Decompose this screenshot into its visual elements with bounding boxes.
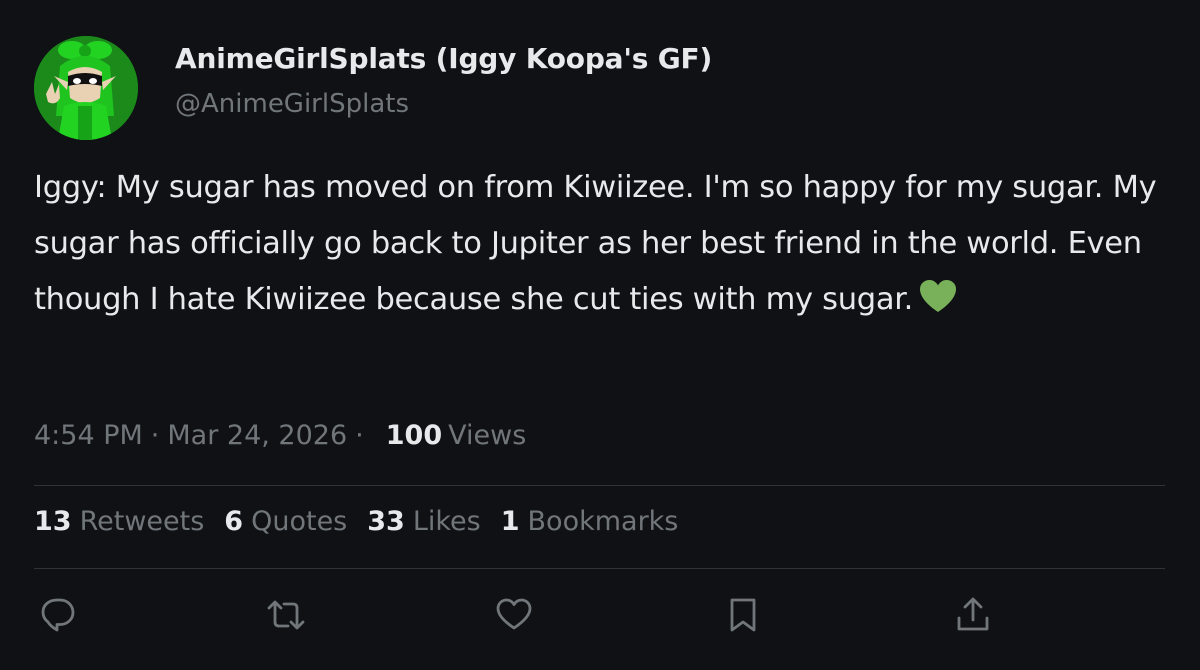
stat-label: Quotes <box>251 506 348 537</box>
avatar-image <box>34 36 138 140</box>
reply-button[interactable] <box>40 596 76 634</box>
tweet-card: AnimeGirlSplats (Iggy Koopa's GF) @Anime… <box>0 0 1200 670</box>
stat-label: Bookmarks <box>527 506 679 537</box>
like-button[interactable] <box>495 596 533 634</box>
share-icon <box>957 597 989 631</box>
divider <box>34 485 1165 486</box>
divider <box>34 568 1165 569</box>
avatar[interactable] <box>34 36 138 140</box>
meta-separator: · <box>355 420 364 451</box>
tweet-date[interactable]: Mar 24, 2026 <box>167 420 347 451</box>
tweet-body: Iggy: My sugar has moved on from Kiwiize… <box>34 170 1157 317</box>
engagement-stats: 13 Retweets 6 Quotes 33 Likes 1 Bookmarks <box>34 506 698 537</box>
tweet-meta: 4:54 PM · Mar 24, 2026 · 100 Views <box>34 420 526 451</box>
meta-separator: · <box>150 420 160 451</box>
bookmark-icon <box>730 598 756 632</box>
views-label: Views <box>448 420 527 451</box>
retweet-button[interactable] <box>266 596 306 634</box>
green-heart-icon <box>919 276 957 332</box>
reply-icon <box>41 598 75 632</box>
tweet-text: Iggy: My sugar has moved on from Kiwiize… <box>34 160 1169 332</box>
stat-label: Retweets <box>79 506 205 537</box>
views-count: 100 <box>385 420 443 451</box>
tweet-time[interactable]: 4:54 PM <box>34 420 143 451</box>
share-button[interactable] <box>955 596 991 634</box>
stat-label: Likes <box>412 506 481 537</box>
stat-count: 1 <box>500 506 520 537</box>
author-handle[interactable]: @AnimeGirlSplats <box>175 89 409 119</box>
stat-bookmarks[interactable]: 1 Bookmarks <box>501 506 679 537</box>
stat-count: 6 <box>224 506 244 537</box>
stat-count: 13 <box>34 506 72 537</box>
bookmark-button[interactable] <box>728 596 758 634</box>
author-display-name[interactable]: AnimeGirlSplats (Iggy Koopa's GF) <box>175 42 712 75</box>
like-icon <box>496 598 532 630</box>
stat-retweets[interactable]: 13 Retweets <box>34 506 204 537</box>
stat-quotes[interactable]: 6 Quotes <box>224 506 347 537</box>
stat-count: 33 <box>367 506 405 537</box>
stat-likes[interactable]: 33 Likes <box>367 506 480 537</box>
retweet-icon <box>267 600 305 630</box>
